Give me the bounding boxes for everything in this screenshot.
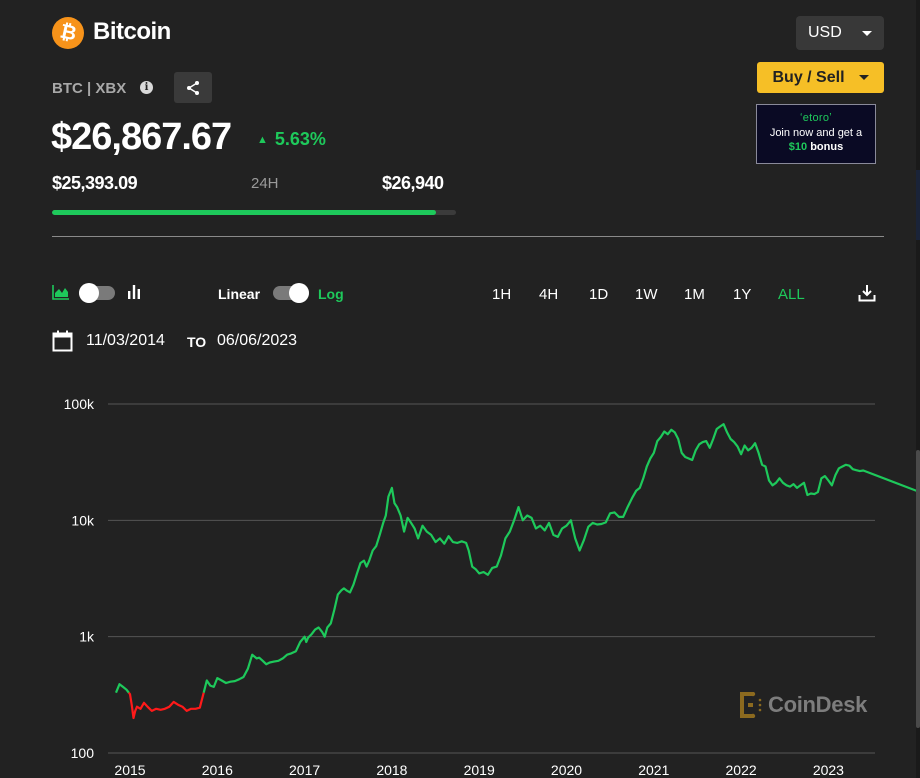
share-button[interactable] [174, 72, 212, 103]
scale-linear-label[interactable]: Linear [218, 286, 260, 302]
range-1y[interactable]: 1Y [733, 286, 751, 303]
divider [52, 236, 884, 237]
etoro-logo: ʻetoroʼ [799, 112, 833, 124]
buy-sell-label: Buy / Sell [772, 68, 845, 86]
ticker-symbols: BTC | XBX [52, 80, 127, 97]
x-tick-label: 2020 [551, 762, 582, 778]
x-tick-label: 2022 [726, 762, 757, 778]
date-from-input[interactable]: 11/03/2014 [86, 332, 165, 350]
scrollbar-thumb[interactable] [916, 450, 920, 728]
range-high: $26,940 [382, 173, 444, 193]
coindesk-watermark-text: CoinDesk [768, 692, 868, 717]
range-all[interactable]: ALL [778, 286, 805, 303]
price-line-down-segment [127, 692, 205, 720]
coindesk-logo-icon [740, 692, 762, 718]
toggle-knob [289, 283, 309, 303]
ad-bonus-text: bonus [807, 141, 844, 153]
bar-chart-icon[interactable] [127, 285, 141, 299]
currency-select[interactable]: USD [796, 16, 884, 50]
y-tick-label: 10k [71, 512, 95, 528]
share-icon [187, 80, 199, 95]
buy-sell-button[interactable]: Buy / Sell [757, 62, 884, 93]
toggle-knob [79, 283, 99, 303]
x-tick-label: 2016 [202, 762, 233, 778]
caret-down-icon [861, 30, 872, 36]
area-chart-icon[interactable] [52, 284, 70, 300]
x-tick-label: 2017 [289, 762, 320, 778]
range-1m[interactable]: 1M [684, 286, 705, 303]
scale-log-label[interactable]: Log [318, 286, 344, 302]
range-period: 24H [251, 175, 279, 192]
price-chart[interactable]: 100 1k 10k 100k 2015 2016 2017 2018 2019 2020 2021… [0, 380, 916, 778]
x-tick-label: 2021 [638, 762, 669, 778]
range-low: $25,393.09 [52, 173, 138, 193]
range-1h[interactable]: 1H [492, 286, 511, 303]
currency-value: USD [808, 24, 842, 41]
y-tick-label: 100 [71, 745, 95, 761]
scrollbar[interactable] [916, 0, 920, 778]
y-tick-label: 1k [79, 629, 95, 645]
x-tick-label: 2018 [376, 762, 407, 778]
range-1d[interactable]: 1D [589, 286, 608, 303]
calendar-icon[interactable] [52, 330, 73, 352]
ad-amount: $10 [788, 141, 808, 153]
price-change-value: 5.63% [274, 129, 326, 149]
up-arrow-icon: ▲ [257, 134, 268, 146]
date-to-label: TO [187, 334, 207, 350]
etoro-ad[interactable]: ʻetoroʼ Join now and get a $10 bonus [756, 104, 876, 164]
chart-type-toggle[interactable] [79, 283, 115, 303]
range-4h[interactable]: 4H [539, 286, 558, 303]
coindesk-watermark: CoinDesk [740, 692, 867, 718]
coin-name: Bitcoin [93, 18, 171, 45]
price-change: ▲ 5.63% [257, 129, 326, 150]
price-line-up-segment [202, 423, 916, 693]
date-to-input[interactable]: 06/06/2023 [217, 332, 309, 350]
range-bar [52, 210, 456, 215]
bitcoin-icon: ₿ [52, 17, 84, 49]
ad-text: Join now and get a [769, 127, 863, 139]
range-1w[interactable]: 1W [635, 286, 658, 303]
info-icon[interactable]: i [140, 81, 153, 94]
y-tick-label: 100k [64, 396, 95, 412]
scale-toggle[interactable] [273, 283, 309, 303]
range-bar-fill [52, 210, 436, 215]
x-tick-label: 2015 [114, 762, 145, 778]
download-icon[interactable] [858, 284, 876, 302]
ad-bonus: $10 bonus [757, 141, 875, 153]
x-tick-label: 2019 [464, 762, 495, 778]
price-line-up-segment [114, 683, 130, 694]
current-price: $26,867.67 [51, 116, 232, 158]
x-tick-label: 2023 [813, 762, 844, 778]
caret-down-icon [858, 75, 869, 80]
